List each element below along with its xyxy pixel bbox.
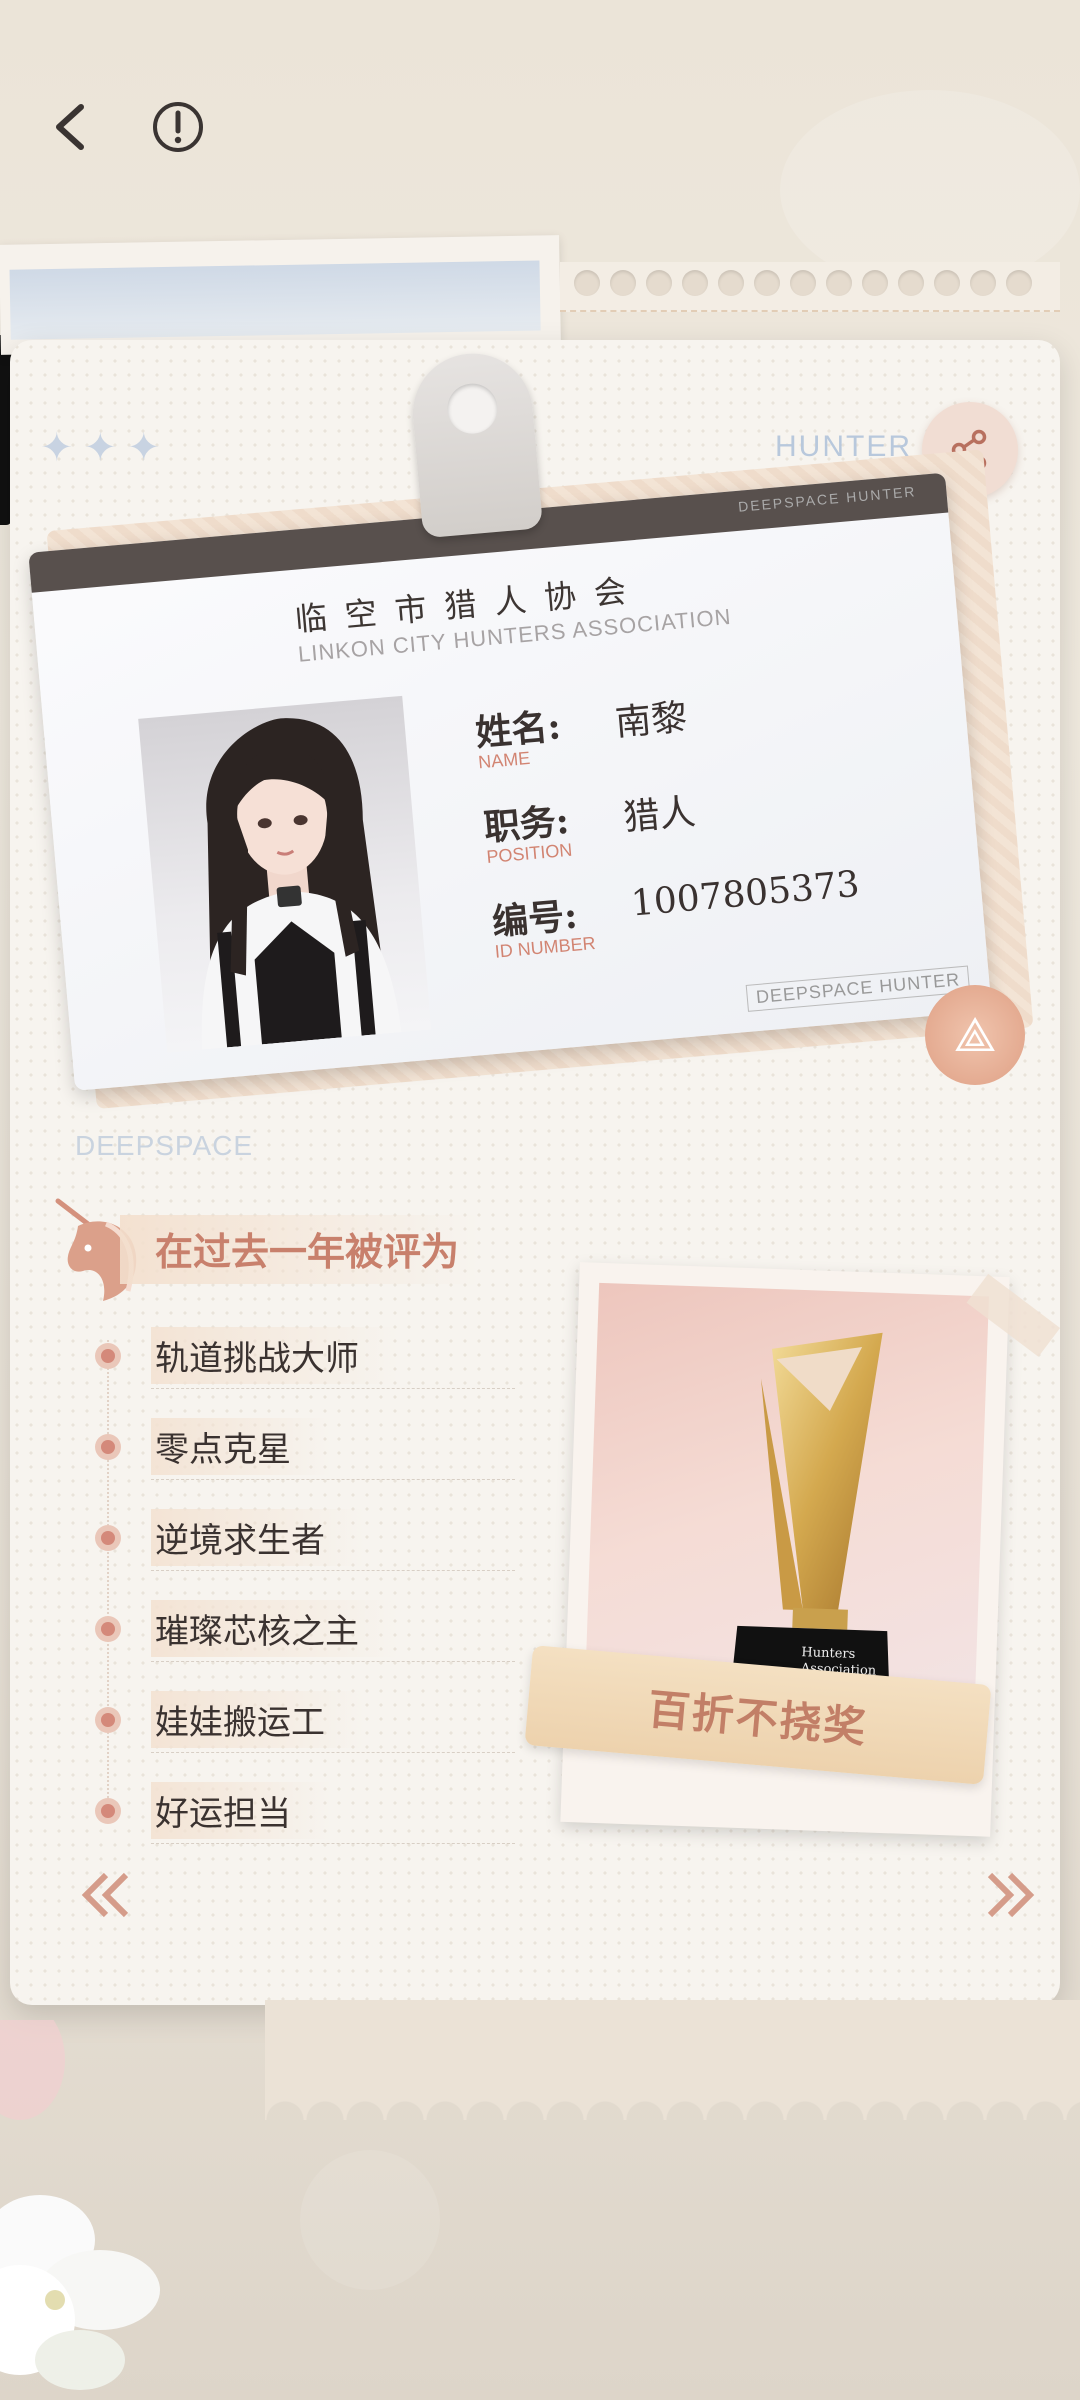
bullet-icon [95,1797,121,1824]
background-photo-strip [0,235,561,355]
notebook-spiral [560,262,1060,312]
flower-decoration [0,2020,160,2390]
award-item: 好运担当 [95,1765,515,1856]
deepspace-label: DEEPSPACE [75,1130,254,1161]
awards-title: 在过去一年被评为 [155,1229,460,1274]
position-value: 猎人 [621,791,698,839]
bullet-icon [95,1524,121,1551]
hunter-id-card: DEEPSPACE HUNTER 临空市猎人协会 LINKON CITY HUN… [25,348,1035,1130]
double-chevron-right-icon [987,1872,1035,1918]
award-item: 璀璨芯核之主 [95,1583,515,1674]
featured-award-name: 百折不挠奖 [646,1683,870,1752]
bullet-icon [95,1342,121,1369]
next-page-button[interactable] [980,1870,1036,1924]
info-button[interactable] [143,92,213,162]
name-row: 姓名: 南黎 NAME [473,697,689,773]
torn-paper-edge [265,2000,1080,2120]
position-row: 职务: 猎人 POSITION [481,792,697,868]
award-item: 逆境求生者 [95,1492,515,1583]
bullet-icon [95,1706,121,1733]
bullet-icon [95,1433,121,1460]
double-chevron-left-icon [81,1872,129,1918]
trophy-image: Hunters Association [584,1282,989,1717]
id-top-bar-text: DEEPSPACE HUNTER [737,483,917,515]
prev-page-button[interactable] [80,1870,136,1924]
association-emblem-icon: ⟁ [925,985,1025,1085]
sparkle-icon: ✦✦✦ [40,425,171,471]
award-item: 娃娃搬运工 [95,1674,515,1765]
hunter-photo [138,695,432,1053]
awards-list: 轨道挑战大师 零点克星 逆境求生者 璀璨芯核之主 娃娃搬运工 好运担当 [95,1310,515,1856]
name-label: 姓名: [473,705,563,755]
id-number-row: 编号: 1007805373 ID NUMBER [490,864,861,963]
exclamation-circle-icon [153,102,203,152]
back-button[interactable] [35,92,105,162]
bullet-icon [95,1615,121,1642]
award-item: 轨道挑战大师 [95,1310,515,1401]
name-value: 南黎 [613,697,689,745]
chevron-left-icon [56,104,84,150]
awards-title-bar: 在过去一年被评为 [120,1215,480,1284]
id-number-value: 1007805373 [629,863,862,925]
award-item: 零点克星 [95,1401,515,1492]
